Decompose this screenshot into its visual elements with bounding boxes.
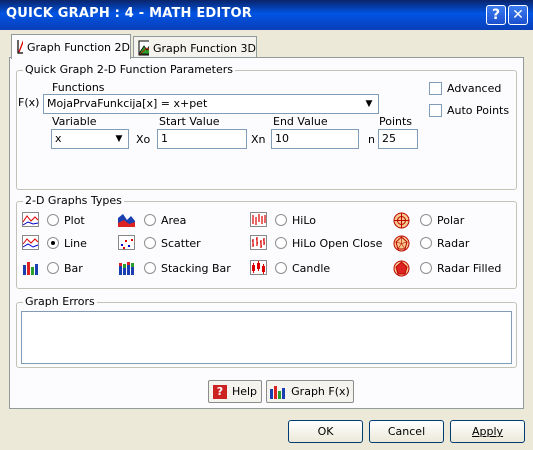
radio-scatter[interactable]	[144, 237, 156, 249]
polar-label: Polar	[437, 214, 465, 227]
candle-label: Candle	[292, 262, 331, 275]
help-icon: ?	[212, 384, 227, 399]
hilo-open-close-label: HiLo Open Close	[292, 237, 383, 250]
polar-icon	[393, 212, 410, 229]
params-group: Quick Graph 2-D Function Parameters Func…	[16, 63, 517, 190]
graph-types-group: 2-D Graphs Types Plot Line Bar Area Scat…	[16, 194, 517, 289]
graph-types-group-title: 2-D Graphs Types	[23, 194, 124, 207]
radio-candle[interactable]	[275, 262, 287, 274]
area-label: Area	[161, 214, 187, 227]
auto-points-label: Auto Points	[447, 104, 510, 117]
radar-icon	[393, 235, 410, 252]
help-button-label: Help	[231, 385, 258, 398]
function-combo-value: MojaPrvaFunkcija[x] = x+pet	[47, 97, 208, 110]
chart-3d-icon	[138, 40, 149, 56]
variable-combo-value: x	[55, 132, 62, 145]
tab-label-2d: Graph Function 2D	[27, 40, 130, 54]
line-label: Line	[64, 237, 87, 250]
title-close-button[interactable]: ✕	[508, 5, 528, 25]
fx-label: F(x)	[18, 96, 40, 109]
title-bar[interactable]: QUICK GRAPH : 4 - MATH EDITOR ? ✕	[0, 0, 533, 30]
apply-button[interactable]: Apply	[450, 420, 525, 443]
start-value-label: Start Value	[159, 115, 220, 128]
hilo-label: HiLo	[292, 214, 316, 227]
auto-points-checkbox[interactable]	[429, 104, 442, 117]
radio-area[interactable]	[144, 214, 156, 226]
radio-polar[interactable]	[420, 214, 432, 226]
functions-label: Functions	[52, 81, 105, 94]
cancel-button-label: Cancel	[387, 425, 426, 438]
radio-radar-filled[interactable]	[420, 262, 432, 274]
variable-combo[interactable]: x ▼	[51, 129, 129, 149]
n-label: n	[368, 133, 375, 146]
tab-label-3d: Graph Function 3D	[153, 41, 256, 55]
radar-filled-label: Radar Filled	[437, 262, 502, 275]
title-help-button[interactable]: ?	[486, 5, 506, 25]
plot-icon	[22, 212, 39, 227]
radar-label: Radar	[437, 237, 470, 250]
points-label: Points	[379, 115, 413, 128]
tab-graph-function-2d[interactable]: Graph Function 2D	[11, 34, 131, 59]
bar-icon	[23, 262, 38, 275]
end-value-label: End Value	[273, 115, 328, 128]
stacking-bar-label: Stacking Bar	[161, 262, 231, 275]
graph-fx-button[interactable]: Graph F(x)	[266, 380, 354, 403]
scatter-label: Scatter	[161, 237, 201, 250]
radio-plot[interactable]	[47, 214, 59, 226]
ok-button[interactable]: OK	[288, 420, 363, 443]
graph-errors-textarea[interactable]	[21, 311, 512, 364]
scatter-icon	[118, 235, 135, 250]
stacking-bar-icon	[119, 262, 134, 275]
ok-button-label: OK	[317, 425, 334, 438]
radio-hilo-open-close[interactable]	[275, 237, 287, 249]
graph-errors-group-title: Graph Errors	[23, 295, 97, 308]
radio-hilo[interactable]	[275, 214, 287, 226]
bar-label: Bar	[64, 262, 83, 275]
points-input[interactable]: 25	[378, 129, 418, 149]
advanced-label: Advanced	[447, 82, 502, 95]
plot-label: Plot	[64, 214, 85, 227]
radio-radar[interactable]	[420, 237, 432, 249]
xo-label: Xo	[136, 133, 151, 146]
area-icon	[118, 214, 135, 227]
graph-fx-button-label: Graph F(x)	[291, 385, 350, 398]
help-button[interactable]: ? Help	[208, 380, 262, 403]
bar-chart-icon	[270, 385, 286, 399]
radio-bar[interactable]	[47, 262, 59, 274]
chevron-down-icon[interactable]: ▼	[111, 131, 127, 147]
tab-panel: Quick Graph 2-D Function Parameters Func…	[9, 57, 524, 409]
candle-icon	[250, 260, 267, 275]
graph-errors-group: Graph Errors	[16, 295, 517, 368]
start-value-input[interactable]: 1	[157, 129, 247, 149]
tab-graph-function-3d[interactable]: Graph Function 3D	[133, 36, 257, 59]
hilo-open-close-icon	[250, 235, 267, 250]
end-value-input[interactable]: 10	[271, 129, 359, 149]
params-group-title: Quick Graph 2-D Function Parameters	[23, 63, 236, 76]
radar-filled-icon	[393, 260, 410, 277]
hilo-icon	[250, 212, 267, 227]
cancel-button[interactable]: Cancel	[369, 420, 444, 443]
radio-stacking-bar[interactable]	[144, 262, 156, 274]
apply-button-label: Apply	[471, 425, 504, 438]
xn-label: Xn	[251, 133, 266, 146]
advanced-checkbox[interactable]	[429, 82, 442, 95]
chevron-down-icon[interactable]: ▼	[361, 96, 377, 112]
window-title: QUICK GRAPH : 4 - MATH EDITOR	[6, 6, 252, 21]
chart-2d-icon	[17, 40, 23, 54]
variable-label: Variable	[52, 115, 97, 128]
radio-line[interactable]	[47, 237, 59, 249]
function-combo[interactable]: MojaPrvaFunkcija[x] = x+pet ▼	[43, 94, 379, 114]
line-icon	[22, 235, 39, 250]
